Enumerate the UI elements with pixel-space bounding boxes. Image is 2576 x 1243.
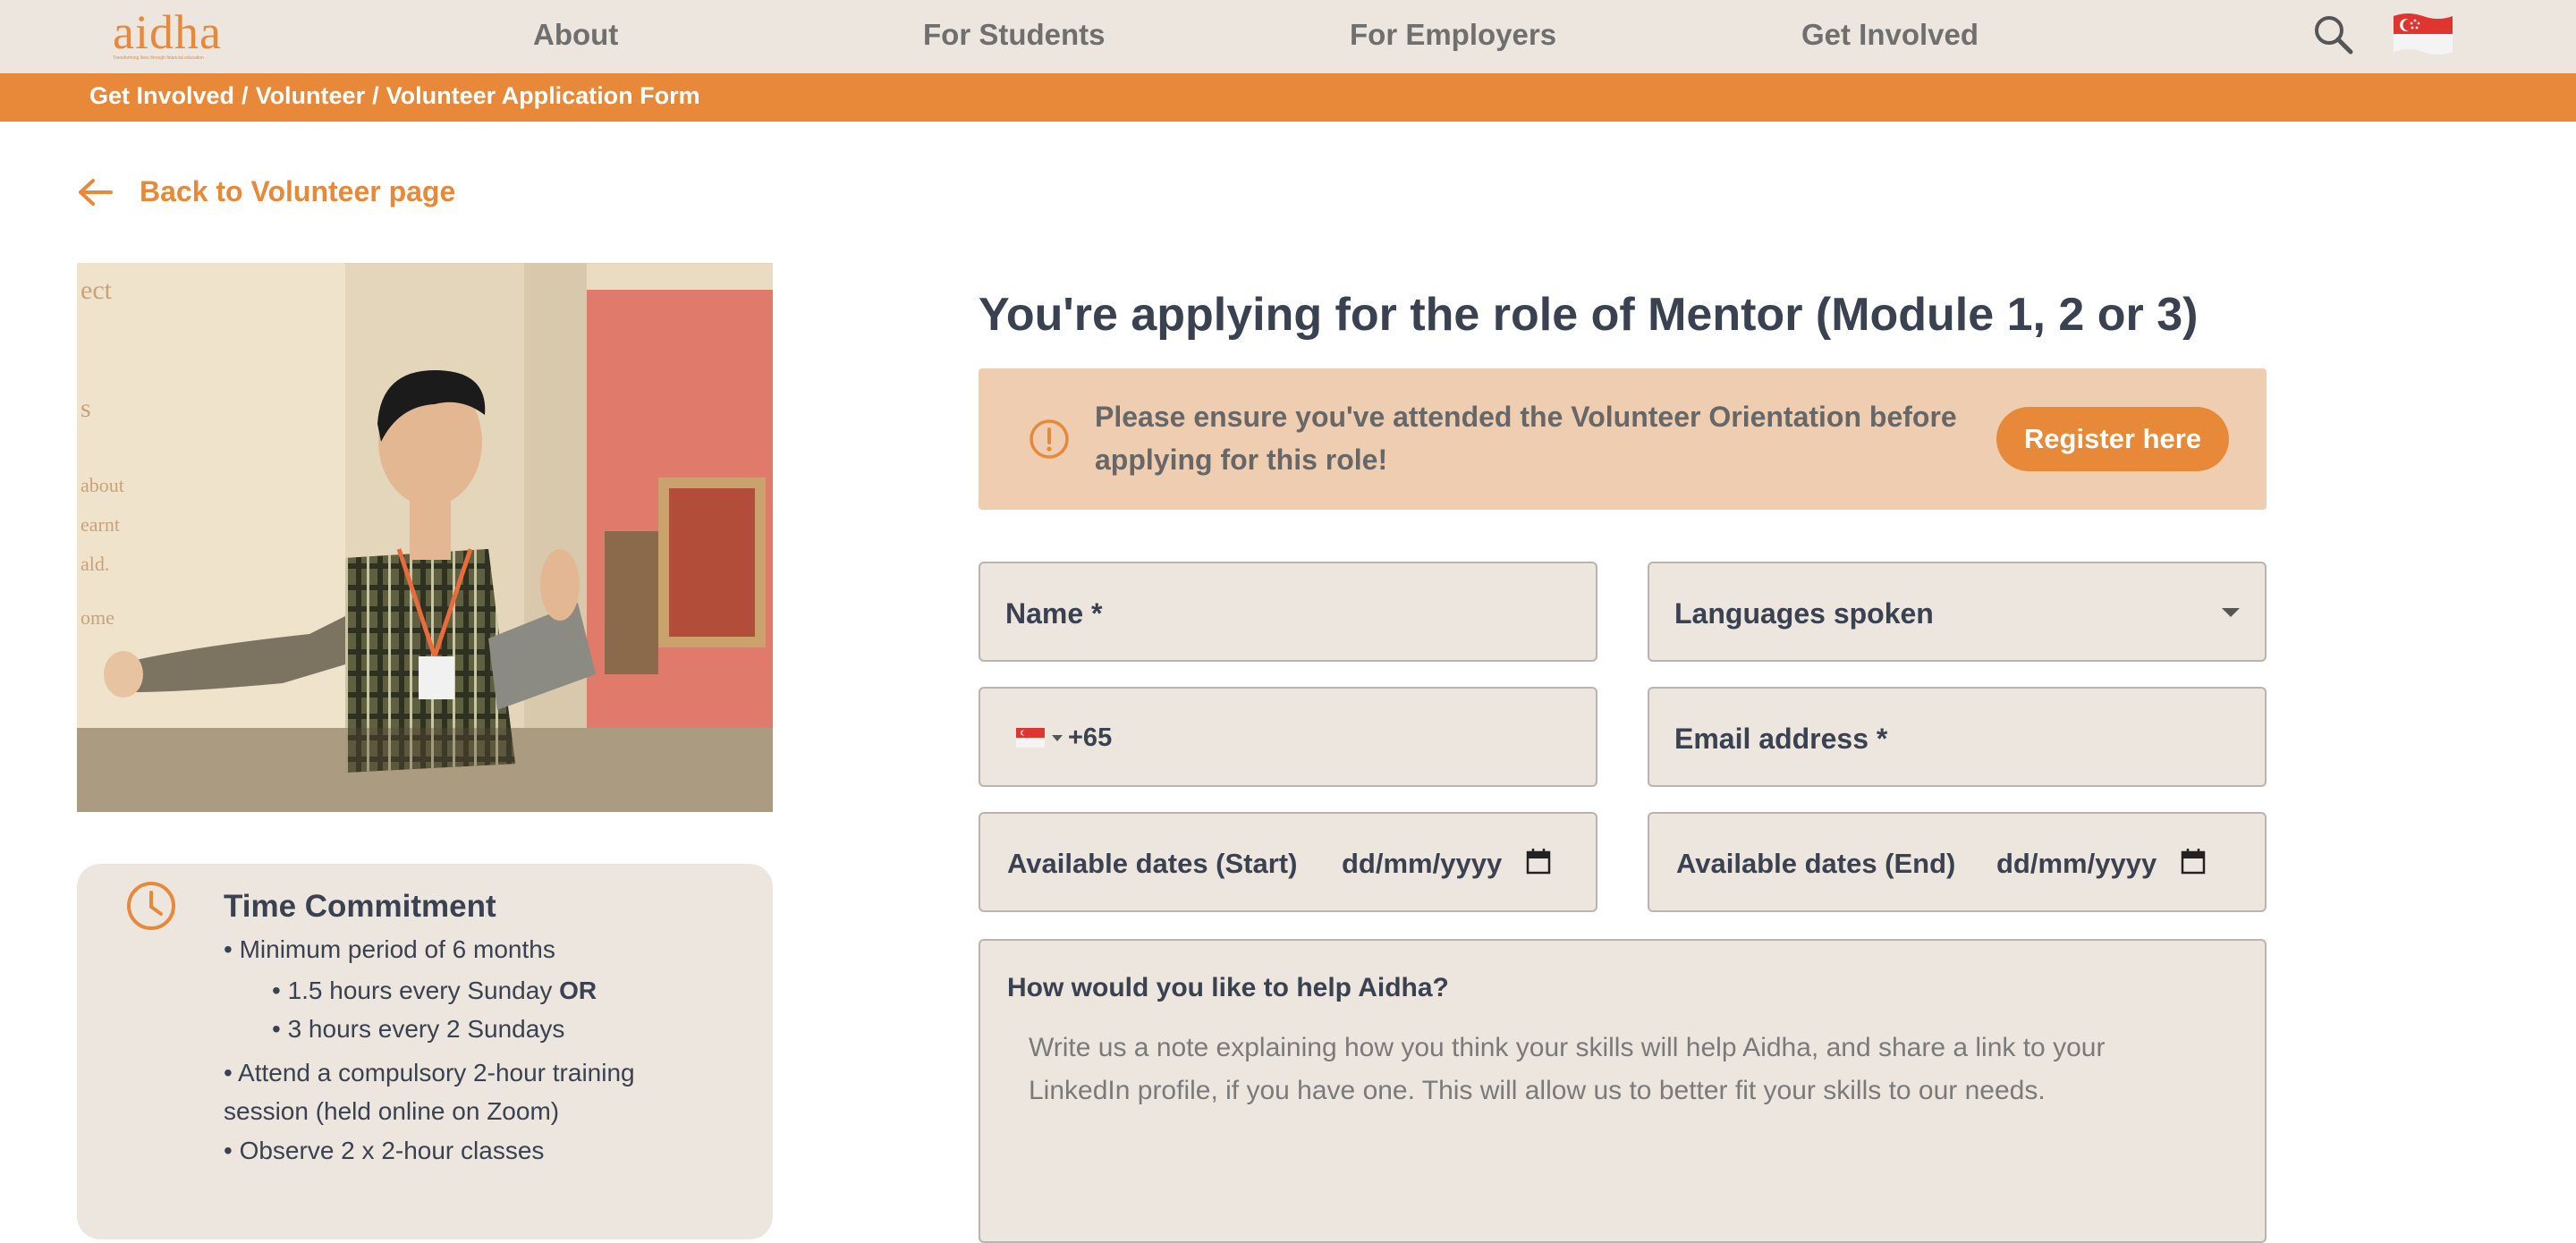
help-aidha-label: How would you like to help Aidha?: [1007, 973, 1449, 1002]
email-field-label: Email address *: [1674, 723, 1888, 755]
back-link-label: Back to Volunteer page: [140, 175, 456, 207]
svg-text:ome: ome: [80, 606, 114, 629]
logo-tagline: Transforming lives through financial edu…: [113, 55, 204, 61]
help-aidha-textarea[interactable]: How would you like to help Aidha? Write …: [979, 939, 2267, 1243]
nav-item-get-involved[interactable]: Get Involved: [1801, 18, 1979, 52]
svg-text:ect: ect: [80, 275, 113, 305]
svg-text:s: s: [80, 393, 91, 423]
breadcrumb-item-volunteer[interactable]: Volunteer: [256, 82, 366, 109]
mentor-teaching-photo: ect s about earnt ald. ome: [77, 263, 773, 812]
help-aidha-placeholder: Write us a note explaining how you think…: [1029, 1033, 2106, 1105]
commitment-item: • Observe 2 x 2-hour classes: [224, 1137, 545, 1164]
breadcrumb-bar: Get Involved / Volunteer / Volunteer Applica…: [0, 73, 2576, 122]
commitment-item: • Attend a compulsory 2-hour training: [224, 1059, 635, 1087]
email-field[interactable]: Email address *: [1648, 687, 2267, 787]
name-field[interactable]: Name *: [979, 562, 1597, 662]
nav-item-for-students[interactable]: For Students: [923, 18, 1106, 52]
singapore-flag-icon[interactable]: [2390, 11, 2456, 57]
exclamation-circle-icon: [1030, 419, 1069, 459]
time-commitment-card: Time Commitment • Minimum period of 6 mo…: [77, 864, 773, 1239]
phone-field[interactable]: +65: [979, 687, 1597, 787]
svg-text:ald.: ald.: [80, 553, 109, 575]
logo-wordmark: aidha: [113, 5, 222, 59]
commitment-item: • Minimum period of 6 months: [224, 935, 555, 963]
phone-country-code: +65: [1068, 723, 1113, 752]
register-here-button[interactable]: Register here: [1996, 407, 2229, 471]
breadcrumb-separator: /: [372, 82, 379, 109]
calendar-icon[interactable]: [2181, 848, 2206, 875]
top-navbar: aidha Transforming lives through financi…: [0, 0, 2576, 73]
commitment-subitem: • 1.5 hours every Sunday OR: [272, 977, 597, 1005]
commitment-item-continued: session (held online on Zoom): [224, 1097, 560, 1125]
commitment-or-label: OR: [559, 977, 597, 1004]
arrow-left-icon: [79, 178, 113, 206]
nav-item-for-employers[interactable]: For Employers: [1350, 18, 1556, 52]
commitment-subitem: • 3 hours every 2 Sundays: [272, 1015, 565, 1043]
name-field-label: Name *: [1005, 597, 1103, 630]
breadcrumb: Get Involved / Volunteer / Volunteer Applica…: [89, 82, 700, 110]
breadcrumb-item-current: Volunteer Application Form: [386, 82, 700, 109]
aidha-logo[interactable]: aidha Transforming lives through financi…: [113, 7, 247, 61]
start-date-label: Available dates (Start): [1007, 848, 1298, 879]
commitment-subitem-text: • 1.5 hours every Sunday: [272, 977, 560, 1004]
chevron-down-icon: [2222, 608, 2240, 617]
breadcrumb-item-get-involved[interactable]: Get Involved: [89, 82, 234, 109]
languages-select[interactable]: Languages spoken: [1648, 562, 2267, 662]
breadcrumb-separator: /: [242, 82, 249, 109]
clock-icon: [127, 882, 175, 930]
country-caret-icon[interactable]: [1052, 735, 1063, 741]
calendar-icon[interactable]: [1526, 848, 1551, 875]
languages-select-label: Languages spoken: [1674, 597, 1934, 630]
end-date-value: dd/mm/yyyy: [1996, 848, 2157, 879]
svg-text:earnt: earnt: [80, 513, 120, 536]
orientation-notice: Please ensure you've attended the Volunt…: [979, 368, 2267, 510]
search-icon[interactable]: [2311, 13, 2356, 57]
end-date-label: Available dates (End): [1676, 848, 1956, 879]
notice-text: Please ensure you've attended the Volunt…: [1095, 401, 1957, 476]
svg-text:about: about: [80, 474, 124, 496]
start-date-field[interactable]: Available dates (Start) dd/mm/yyyy: [979, 812, 1597, 912]
singapore-flag-icon[interactable]: [1016, 728, 1045, 748]
end-date-field[interactable]: Available dates (End) dd/mm/yyyy: [1648, 812, 2267, 912]
start-date-value: dd/mm/yyyy: [1342, 848, 1503, 879]
time-commitment-title: Time Commitment: [224, 889, 496, 924]
back-to-volunteer-link[interactable]: Back to Volunteer page: [77, 175, 455, 208]
role-title: You're applying for the role of Mentor (…: [979, 289, 2199, 341]
nav-item-about[interactable]: About: [533, 18, 618, 52]
